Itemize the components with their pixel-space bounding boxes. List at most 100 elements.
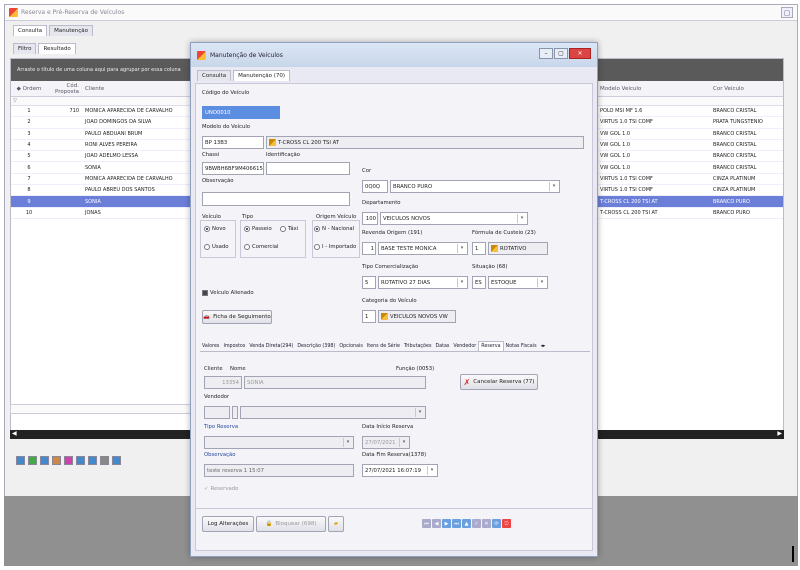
tab-filtro[interactable]: Filtro	[13, 43, 37, 54]
filter-icon[interactable]	[100, 456, 109, 465]
insert-icon[interactable]: ▲	[462, 519, 471, 528]
subtab-8[interactable]: Vendedor	[451, 342, 478, 351]
refresh-icon[interactable]: ⟳	[492, 519, 501, 528]
table-row[interactable]: 9 SONIA	[11, 196, 194, 208]
close-button[interactable]: ✕	[569, 48, 591, 59]
subtab-scroll-icon[interactable]: ◂▸	[539, 342, 548, 351]
bloquear-button[interactable]: 🔒 Bloquear (698)	[256, 516, 326, 532]
subtab-0[interactable]: Valores	[200, 342, 221, 351]
tab-consulta[interactable]: Consulta	[13, 25, 48, 36]
subtab-9[interactable]: Reserva	[478, 341, 504, 351]
table-row[interactable]: 10 JONAS	[11, 208, 194, 219]
minimize-button[interactable]: –	[539, 48, 553, 59]
data-fim-field[interactable]: 27/07/2021 16:07:19 ▾	[362, 464, 438, 477]
refresh-icon[interactable]	[16, 456, 25, 465]
situacao-select[interactable]: ESTOQUE ▾	[488, 276, 548, 289]
radio-novo[interactable]: Novo	[204, 226, 226, 232]
table-row[interactable]: POLO MSI MF 1.6 BRANCO CRISTAL	[597, 106, 783, 118]
revenda-code-field[interactable]: 1	[362, 242, 376, 255]
radio-comercial[interactable]: Comercial	[244, 244, 279, 250]
formula-code-field[interactable]: 1	[472, 242, 486, 255]
table-row[interactable]: VIRTUS 1.0 TSI COMF CINZA PLATINUM	[597, 174, 783, 186]
identificacao-field[interactable]	[266, 162, 350, 175]
table-row[interactable]: VW GOL 1.0 BRANCO CRISTAL	[597, 151, 783, 163]
lookup-icon[interactable]	[491, 245, 498, 252]
copy-icon[interactable]	[76, 456, 85, 465]
confirm-icon[interactable]: ✓	[472, 519, 481, 528]
table-row[interactable]: 2 JOAO DOMINGOS DA SILVA	[11, 117, 194, 129]
col-cliente[interactable]: Cliente	[83, 86, 194, 92]
excel-icon[interactable]	[28, 456, 37, 465]
table-row[interactable]: 3 PAULO ABDUANI BRUM	[11, 129, 194, 140]
radio-importado[interactable]: I - Importado	[314, 244, 356, 250]
first-record-icon[interactable]: ⏮	[422, 519, 431, 528]
ficha-seguimento-button[interactable]: 🚗 Ficha de Seguimento	[202, 310, 272, 324]
folder-button[interactable]: ▰	[328, 516, 344, 532]
cor-code-field[interactable]: 0Q0Q	[362, 180, 388, 193]
codigo-field[interactable]: UNO0010	[202, 106, 280, 119]
table-row[interactable]: VW GOL 1.0 BRANCO CRISTAL	[597, 129, 783, 140]
col-cod-proposta[interactable]: Cód. Proposta	[47, 83, 83, 95]
modal-tab-consulta[interactable]: Consulta	[197, 70, 232, 81]
prev-record-icon[interactable]: ◀	[432, 519, 441, 528]
last-record-icon[interactable]: ⏭	[452, 519, 461, 528]
observacao2-field[interactable]: teste reserva 1 15:07	[204, 464, 354, 477]
tipo-com-code-field[interactable]: 5	[362, 276, 376, 289]
situacao-code-field[interactable]: ES	[472, 276, 486, 289]
veiculo-alienado-checkbox[interactable]: Veículo Alienado	[202, 290, 254, 296]
subtab-5[interactable]: Itens de Série	[365, 342, 402, 351]
tab-resultado[interactable]: Resultado	[38, 43, 76, 54]
maximize-button[interactable]: ▢	[554, 48, 568, 59]
cancel-icon[interactable]: ✕	[482, 519, 491, 528]
depto-select[interactable]: VEICULOS NOVOS ▾	[380, 212, 528, 225]
categoria-code-field[interactable]: 1	[362, 310, 376, 323]
table-row[interactable]: 8 PAULO ABREU DOS SANTOS	[11, 185, 194, 197]
main-restore-button[interactable]: ▢	[781, 7, 793, 18]
subtab-6[interactable]: Tributações	[402, 342, 433, 351]
subtab-1[interactable]: Impostos	[221, 342, 247, 351]
cancelar-reserva-button[interactable]: ✗ Cancelar Reserva (77)	[460, 374, 538, 390]
depto-code-field[interactable]: 100	[362, 212, 378, 225]
table-row[interactable]: VW GOL 1.0 BRANCO CRISTAL	[597, 162, 783, 174]
table-row[interactable]: 6 SONIA	[11, 162, 194, 174]
radio-passeio[interactable]: Passeio	[244, 226, 272, 232]
cor-select[interactable]: BRANCO PURO ▾	[390, 180, 560, 193]
chart-icon[interactable]	[64, 456, 73, 465]
col-ordem[interactable]: ◆ Ordem	[11, 86, 47, 92]
scroll-right-icon[interactable]: ▶	[777, 430, 782, 437]
lookup-icon[interactable]	[269, 139, 276, 146]
exit-icon[interactable]: ⎋	[502, 519, 511, 528]
log-alteracoes-button[interactable]: Log Alterações	[202, 516, 254, 532]
tab-manutencao[interactable]: Manutenção	[49, 25, 93, 36]
table-row[interactable]: 4 RONI ALVES PEREIRA	[11, 140, 194, 152]
calc-icon[interactable]	[88, 456, 97, 465]
tipo-com-select[interactable]: ROTATIVO 27 DIAS ▾	[378, 276, 468, 289]
table-row[interactable]: 1 710 MONICA APARECIDA DE CARVALHO	[11, 106, 194, 118]
subtab-7[interactable]: Datas	[433, 342, 451, 351]
scroll-left-icon[interactable]: ◀	[12, 430, 17, 437]
table-row[interactable]: VW GOL 1.0 BRANCO CRISTAL	[597, 140, 783, 152]
next-record-icon[interactable]: ▶	[442, 519, 451, 528]
radio-nacional[interactable]: N - Nacional	[314, 226, 354, 232]
chassi-field[interactable]: 9BWBH6BF9M4066153	[202, 162, 264, 175]
table-row[interactable]: VIRTUS 1.0 TSI COMF PRATA TUNGSTENIO	[597, 117, 783, 129]
table-row[interactable]: 5 JOAO ADELMO LESSA	[11, 151, 194, 163]
filter-row[interactable]: ▽	[11, 97, 194, 106]
lookup-icon[interactable]	[381, 313, 388, 320]
modelo-code-field[interactable]: BP 13B3	[202, 136, 264, 149]
subtab-2[interactable]: Venda Direta(294)	[247, 342, 295, 351]
report-icon[interactable]	[112, 456, 121, 465]
subtab-10[interactable]: Notas Fiscais	[504, 342, 539, 351]
print-icon[interactable]	[52, 456, 61, 465]
radio-taxi[interactable]: Táxi	[280, 226, 298, 232]
modal-tab-manutencao[interactable]: Manutenção (70)	[233, 70, 291, 81]
table-row[interactable]: T-CROSS CL 200 TSI AT BRANCO PURO	[597, 208, 783, 219]
edit-icon[interactable]	[40, 456, 49, 465]
col-modelo[interactable]: Modelo Veículo	[597, 86, 709, 92]
table-row[interactable]: T-CROSS CL 200 TSI AT BRANCO PURO	[597, 196, 783, 208]
reservado-checkbox[interactable]: ✓ Reservado	[204, 486, 238, 492]
col-cor[interactable]: Cor Veículo	[709, 86, 783, 92]
revenda-select[interactable]: BASE TESTE MONICA ▾	[378, 242, 468, 255]
subtab-3[interactable]: Descrição (398)	[295, 342, 337, 351]
table-row[interactable]: 7 MONICA APARECIDA DE CARVALHO	[11, 174, 194, 186]
